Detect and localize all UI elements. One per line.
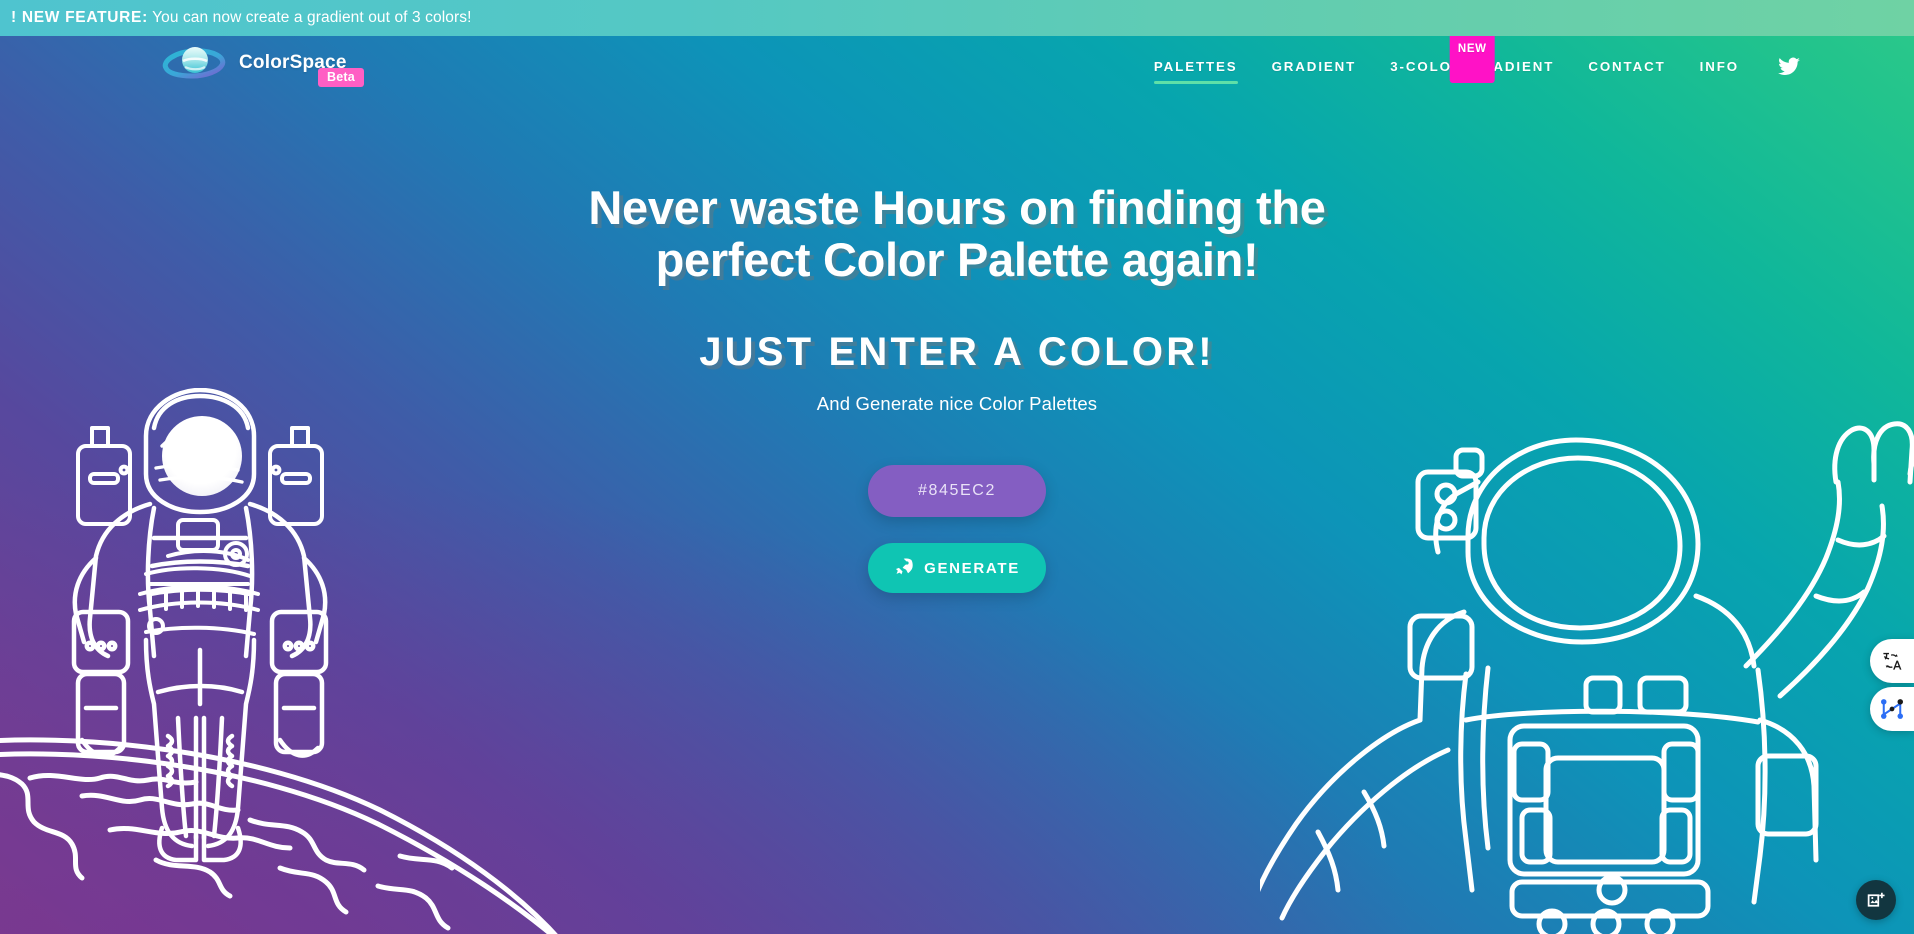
planet-ringed-icon bbox=[160, 40, 228, 86]
node-graph-icon[interactable] bbox=[1870, 687, 1914, 731]
headline-line-1: Never waste Hours on finding the bbox=[588, 181, 1326, 234]
subheadline: JUST ENTER A COLOR! bbox=[699, 330, 1215, 375]
beta-badge: Beta bbox=[318, 68, 364, 87]
generate-button[interactable]: GENERATE bbox=[868, 543, 1046, 594]
nav-label-gradient: GRADIENT bbox=[1271, 59, 1357, 74]
nav-item-palettes[interactable]: PALETTES bbox=[1137, 36, 1255, 98]
active-indicator bbox=[1153, 81, 1238, 84]
hero-section: Never waste Hours on finding the perfect… bbox=[0, 98, 1914, 594]
announcement-label: ! NEW FEATURE: bbox=[11, 9, 148, 26]
nav-label-info: INFO bbox=[1699, 59, 1739, 74]
nav-item-info[interactable]: INFO bbox=[1683, 36, 1756, 98]
nav-item-contact[interactable]: CONTACT bbox=[1571, 36, 1682, 98]
rocket-icon bbox=[894, 557, 913, 580]
generate-label: GENERATE bbox=[924, 559, 1020, 577]
nav-label-palettes: PALETTES bbox=[1153, 59, 1238, 74]
twitter-bird-icon[interactable] bbox=[1756, 36, 1814, 98]
main-navigation: PALETTES GRADIENT NEW 3-COLOR-GRADIENT C… bbox=[1137, 16, 1814, 98]
announcement-text: ! NEW FEATURE: You can now create a grad… bbox=[0, 9, 471, 27]
announcement-banner[interactable]: ! NEW FEATURE: You can now create a grad… bbox=[0, 0, 1914, 36]
nav-label-contact: CONTACT bbox=[1588, 59, 1666, 74]
nav-item-gradient[interactable]: GRADIENT bbox=[1255, 36, 1374, 98]
translate-icon[interactable] bbox=[1870, 639, 1914, 683]
announcement-message: You can now create a gradient out of 3 c… bbox=[147, 9, 472, 26]
nav-item-3-color-gradient[interactable]: NEW 3-COLOR-GRADIENT bbox=[1373, 16, 1571, 98]
headline-line-2: perfect Color Palette again! bbox=[655, 233, 1259, 287]
site-header: ColorSpace Beta PALETTES GRADIENT NEW 3-… bbox=[0, 16, 1914, 98]
image-add-icon[interactable] bbox=[1856, 880, 1896, 920]
tagline: And Generate nice Color Palettes bbox=[816, 393, 1098, 415]
page-title: Never waste Hours on finding the perfect… bbox=[0, 181, 1914, 287]
color-input[interactable] bbox=[868, 465, 1046, 518]
